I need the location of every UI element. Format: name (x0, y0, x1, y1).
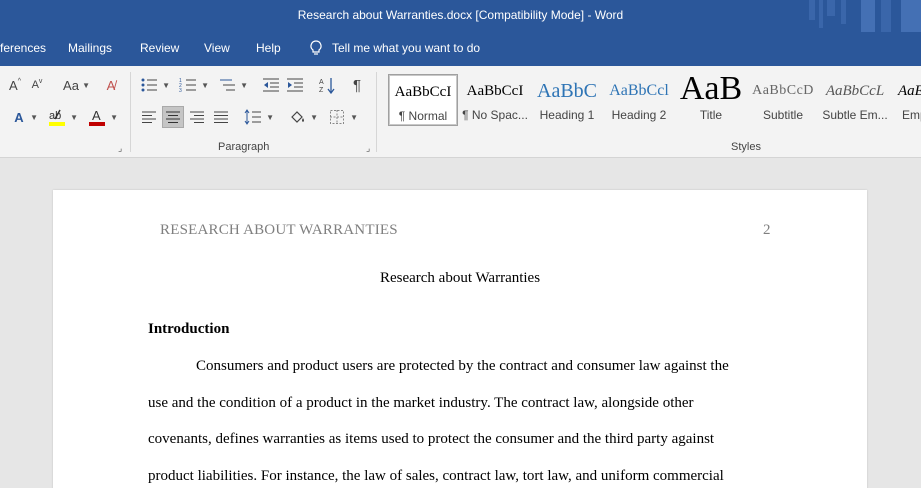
style-name: Subtitle (762, 108, 804, 122)
svg-text:A: A (92, 108, 101, 123)
grow-font-icon: A (9, 77, 18, 93)
styles-group-label: Styles (731, 141, 761, 153)
style-sample: AaBbCcl (609, 82, 669, 99)
section-heading: Introduction (148, 321, 230, 337)
svg-text:A: A (319, 79, 324, 86)
tab-review[interactable]: Review (140, 41, 179, 55)
paragraph-line: use and the condition of a product in th… (148, 395, 694, 411)
paragraph-line: product liabilities. For instance, the l… (148, 468, 724, 484)
show-formatting-marks-button[interactable]: ¶ (346, 74, 368, 96)
text-effects-icon: A (14, 109, 24, 125)
tab-help[interactable]: Help (256, 41, 281, 55)
numbering-button[interactable]: 1 2 3 ▼ (177, 74, 209, 96)
page-number: 2 (763, 222, 771, 238)
document-title: Research about Warranties (379, 270, 541, 286)
tab-references[interactable]: ferences (0, 41, 46, 55)
decrease-indent-button[interactable] (260, 74, 282, 96)
font-color-icon: A (89, 108, 105, 126)
shading-button[interactable]: ▼ (286, 106, 318, 128)
pilcrow-icon: ¶ (352, 76, 362, 94)
shrink-font-icon: A (31, 79, 39, 91)
style-no-spacing[interactable]: AaBbCcI ¶ No Spac... (460, 74, 530, 126)
svg-text:3: 3 (179, 88, 182, 93)
title-bar-pattern (809, 0, 921, 36)
style-heading-1[interactable]: AaBbC Heading 1 (532, 74, 602, 126)
ribbon-tabs: ferences Mailings Review View Help Tell … (0, 32, 921, 66)
paint-bucket-icon (291, 111, 304, 123)
align-left-button[interactable] (138, 106, 160, 128)
paragraph-line: covenants, defines warranties as items u… (148, 431, 715, 447)
borders-button[interactable]: ▼ (326, 106, 358, 128)
grow-font-button[interactable]: A ^ (4, 74, 26, 96)
sort-button[interactable]: AZ (316, 74, 338, 96)
font-dialog-launcher[interactable]: ⌟ (118, 143, 122, 154)
paragraph-dialog-launcher[interactable]: ⌟ (366, 143, 370, 154)
style-name: Emp (902, 108, 921, 122)
group-separator (130, 72, 131, 152)
change-case-icon: Aa (63, 77, 79, 93)
align-center-icon (166, 111, 180, 123)
style-title[interactable]: AaB Title (676, 74, 746, 126)
paragraph-group-label: Paragraph (218, 141, 270, 153)
decrease-indent-icon (263, 78, 279, 92)
bullets-button[interactable]: ▼ (138, 74, 170, 96)
style-name: Heading 2 (611, 108, 667, 122)
style-name: ¶ No Spac... (462, 108, 528, 122)
align-right-button[interactable] (186, 106, 208, 128)
style-sample: AaBbCcL (825, 83, 885, 99)
highlight-color-button[interactable]: ab ▼ (46, 106, 78, 128)
align-left-icon (142, 111, 156, 123)
bullets-icon (141, 78, 157, 92)
highlighter-icon: ab (49, 109, 65, 126)
window-title: Research about Warranties.docx [Compatib… (297, 8, 624, 22)
style-sample: AaE (898, 83, 921, 99)
increase-indent-icon (287, 78, 303, 92)
text-effects-button[interactable]: A ▼ (8, 106, 38, 128)
tell-me-text: Tell me what you want to do (332, 41, 481, 55)
style-sample: AaBbC (537, 80, 597, 102)
style-sample: AaBbCcD (752, 83, 814, 98)
group-separator (376, 72, 377, 152)
change-case-button[interactable]: Aa ▼ (56, 74, 90, 96)
svg-text:Z: Z (319, 87, 324, 94)
increase-indent-button[interactable] (284, 74, 306, 96)
line-spacing-icon (244, 109, 261, 125)
style-normal[interactable]: AaBbCcI ¶ Normal (388, 74, 458, 126)
multilevel-list-button[interactable]: ▼ (216, 74, 248, 96)
numbering-icon: 1 2 3 (179, 78, 196, 93)
style-name: Subtle Em... (822, 108, 888, 122)
font-color-button[interactable]: A ▼ (86, 106, 118, 128)
style-sample: AaBbCcI (394, 84, 452, 100)
line-spacing-button[interactable]: ▼ (242, 106, 274, 128)
style-sample: AaBbCcI (466, 83, 524, 99)
paragraph-line: Consumers and product users are protecte… (196, 358, 729, 374)
style-heading-2[interactable]: AaBbCcl Heading 2 (604, 74, 674, 126)
multilevel-list-icon (220, 79, 235, 91)
tab-view[interactable]: View (204, 41, 230, 55)
style-subtitle[interactable]: AaBbCcD Subtitle (748, 74, 818, 126)
ribbon: A ^ Av Aa ▼ A̸ A ▼ ab ▼ A ▼ ⌟ ▼ 1 2 3 ▼ … (0, 66, 921, 158)
align-center-button[interactable] (162, 106, 184, 128)
running-header: RESEARCH ABOUT WARRANTIES (160, 222, 398, 238)
style-name: Title (699, 108, 723, 122)
align-right-icon (190, 111, 204, 123)
sort-icon: AZ (319, 78, 335, 94)
style-name: ¶ Normal (398, 109, 448, 123)
borders-icon (330, 110, 344, 124)
style-emphasis[interactable]: AaE Emp (892, 74, 921, 126)
document-page[interactable]: RESEARCH ABOUT WARRANTIES 2 Research abo… (53, 190, 867, 488)
tell-me-search[interactable]: Tell me what you want to do (310, 40, 480, 56)
style-name: Heading 1 (539, 108, 595, 122)
title-bar: Research about Warranties.docx [Compatib… (0, 0, 921, 36)
tab-mailings[interactable]: Mailings (68, 41, 112, 55)
clear-formatting-button[interactable]: A̸ (100, 74, 122, 96)
lightbulb-icon (310, 40, 322, 55)
style-subtle-emphasis[interactable]: AaBbCcL Subtle Em... (820, 74, 890, 126)
justify-icon (214, 111, 228, 123)
clear-formatting-icon: A̸ (106, 77, 116, 93)
justify-button[interactable] (210, 106, 232, 128)
shrink-font-button[interactable]: Av (26, 74, 48, 96)
style-sample: AaB (679, 74, 743, 107)
